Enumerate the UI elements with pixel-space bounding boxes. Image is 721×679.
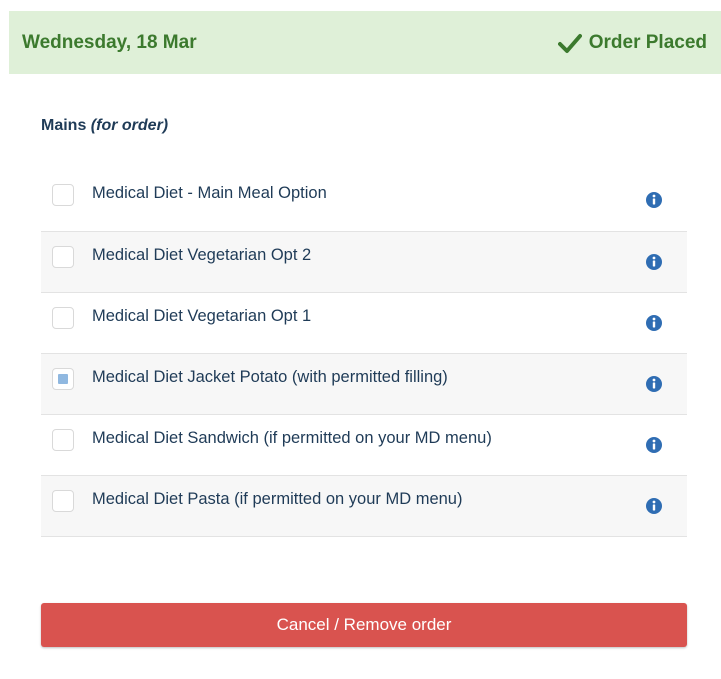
info-icon[interactable] — [645, 497, 663, 515]
info-icon[interactable] — [645, 375, 663, 393]
meal-option-list: Medical Diet - Main Meal Option Medical … — [41, 170, 687, 537]
info-icon[interactable] — [645, 314, 663, 332]
order-status-label: Order Placed — [588, 31, 707, 53]
day-header: Wednesday, 18 Mar Order Placed — [9, 11, 721, 74]
item-checkbox[interactable] — [52, 368, 74, 390]
item-label: Medical Diet Pasta (if permitted on your… — [92, 490, 463, 508]
list-item[interactable]: Medical Diet Sandwich (if permitted on y… — [41, 414, 687, 475]
item-label: Medical Diet - Main Meal Option — [92, 184, 327, 202]
info-icon[interactable] — [645, 253, 663, 271]
list-item[interactable]: Medical Diet Vegetarian Opt 1 — [41, 292, 687, 353]
info-icon[interactable] — [645, 191, 663, 209]
section-title-text: Mains — [41, 117, 87, 134]
list-item[interactable]: Medical Diet Jacket Potato (with permitt… — [41, 353, 687, 414]
section-subtitle: (for order) — [90, 117, 169, 134]
item-checkbox[interactable] — [52, 246, 74, 268]
info-icon[interactable] — [645, 436, 663, 454]
item-checkbox[interactable] — [52, 429, 74, 451]
check-icon — [557, 33, 582, 53]
item-label: Medical Diet Vegetarian Opt 1 — [92, 307, 312, 325]
order-status: Order Placed — [557, 31, 707, 54]
cancel-order-button[interactable]: Cancel / Remove order — [41, 603, 687, 647]
list-item[interactable]: Medical Diet Vegetarian Opt 2 — [41, 231, 687, 292]
item-checkbox[interactable] — [52, 307, 74, 329]
item-checkbox[interactable] — [52, 184, 74, 206]
header-date: Wednesday, 18 Mar — [22, 31, 197, 53]
item-label: Medical Diet Jacket Potato (with permitt… — [92, 368, 448, 386]
list-item[interactable]: Medical Diet Pasta (if permitted on your… — [41, 475, 687, 536]
item-label: Medical Diet Sandwich (if permitted on y… — [92, 429, 492, 447]
section-title: Mains (for order) — [41, 117, 168, 135]
item-label: Medical Diet Vegetarian Opt 2 — [92, 246, 312, 264]
item-checkbox[interactable] — [52, 490, 74, 512]
list-item[interactable]: Medical Diet - Main Meal Option — [41, 170, 687, 231]
